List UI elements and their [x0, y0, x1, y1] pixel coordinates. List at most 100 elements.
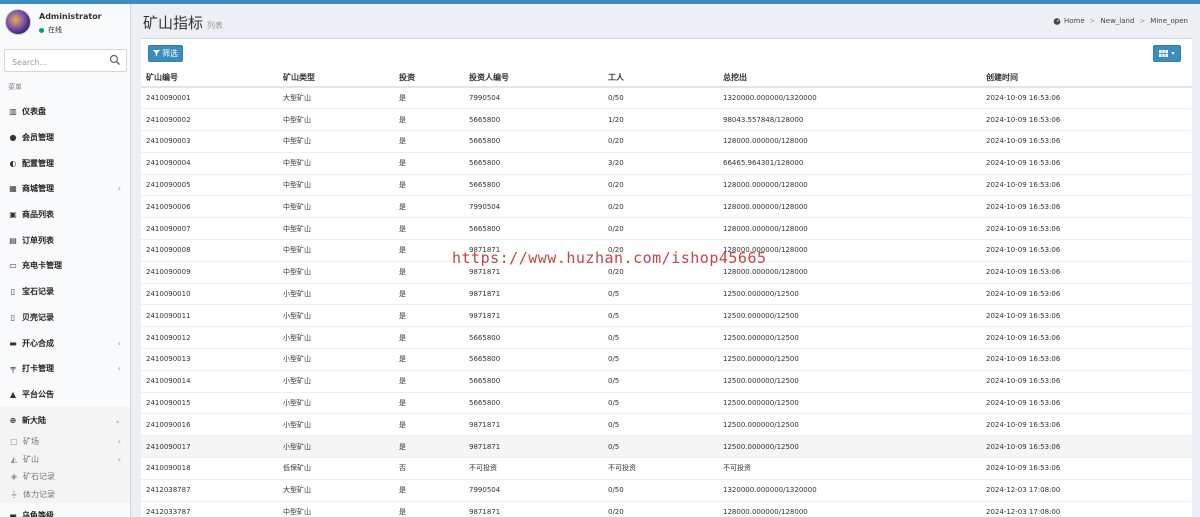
sidebar-item[interactable]: ◐ 配置管理: [0, 150, 130, 176]
table-cell: 2024-10-09 16:53:06: [981, 173, 1192, 196]
sidebar-subitem-label: 体力记录: [23, 489, 55, 499]
table-row[interactable]: 2410090017 小型矿山是 9871871 0/5 12500.000000/12…: [141, 435, 1192, 458]
column-header[interactable]: 投资: [394, 69, 464, 88]
chevron-left-icon: ‹: [117, 338, 121, 348]
breadcrumb-home[interactable]: Home: [1064, 17, 1085, 25]
table-cell: 2410090003: [141, 130, 278, 153]
sidebar-item[interactable]: ▬ 乌龟等级: [0, 503, 130, 517]
column-header[interactable]: 投资人编号: [464, 69, 603, 88]
table-cell: 0/5: [603, 304, 718, 327]
table-row[interactable]: 2410090003 中型矿山是 5665800 0/20 128000.000000/…: [141, 130, 1192, 153]
table-cell: 中型矿山: [278, 195, 394, 218]
search-icon[interactable]: [109, 54, 121, 66]
filter-icon: [153, 50, 160, 57]
table-cell: 3/20: [603, 151, 718, 175]
table-row[interactable]: 2410090007 中型矿山是 5665800 0/20 128000.000000/…: [141, 217, 1192, 240]
sidebar-item[interactable]: ● 会员管理: [0, 125, 130, 151]
toggle-icon: ◐: [9, 158, 17, 168]
table-cell: 5665800: [464, 369, 603, 393]
sidebar-item[interactable]: ⊕ 新大陆 ⌄: [0, 407, 130, 433]
table-cell: 1/20: [603, 108, 718, 131]
table-cell: 0/50: [603, 86, 718, 109]
user-panel: Administrator 在线: [0, 4, 130, 42]
table-row[interactable]: 2410090015 小型矿山是 5665800 0/5 12500.000000/12…: [141, 391, 1192, 414]
table-cell: 2410090016: [141, 413, 278, 436]
user-status-label: 在线: [48, 26, 62, 34]
column-header[interactable]: 创建时间: [981, 69, 1192, 88]
search-input[interactable]: [5, 52, 100, 73]
sidebar-item[interactable]: ▤ 订单列表: [0, 227, 130, 253]
table-cell: 2412033787: [141, 500, 278, 517]
dashboard-icon: [1053, 18, 1061, 25]
column-header[interactable]: 矿山类型: [278, 69, 394, 88]
sidebar-item[interactable]: ▭ 充电卡管理: [0, 253, 130, 279]
table-cell: 小型矿山: [278, 435, 394, 458]
table-cell: 小型矿山: [278, 391, 394, 414]
sidebar-subitem[interactable]: ◈ 矿石记录: [0, 467, 130, 486]
table-cell: 小型矿山: [278, 282, 394, 305]
sidebar-item[interactable]: ▬ 开心合成 ‹: [0, 330, 130, 356]
table-row[interactable]: 2410090001 大型矿山是 7990504 0/50 1320000.000000…: [141, 86, 1192, 109]
column-header[interactable]: 矿山编号: [141, 69, 278, 88]
chevron-left-icon: ‹: [117, 364, 121, 374]
table-cell: 2410090012: [141, 326, 278, 349]
table-row[interactable]: 2412033787 中型矿山是 9871871 0/20 128000.000000/…: [141, 500, 1192, 517]
table-row[interactable]: 2410090018 低保矿山否不可投资 不可投资 不可投资 2024-10-09 16…: [141, 457, 1192, 480]
table-cell: 9871871: [464, 435, 603, 458]
sidebar-item[interactable]: ╤ 打卡管理 ‹: [0, 356, 130, 382]
table-cell: 12500.000000/12500: [718, 326, 981, 349]
table-row[interactable]: 2412038787 大型矿山是 7990504 0/50 1320000.000000…: [141, 478, 1192, 502]
sidebar-subitem[interactable]: ▢ 矿场 ‹: [0, 432, 130, 451]
cube-icon: ◈: [10, 472, 18, 482]
table-row[interactable]: 2410090005 中型矿山是 5665800 0/20 128000.000000/…: [141, 173, 1192, 196]
table-cell: 是: [394, 413, 464, 436]
column-header[interactable]: 总挖出: [718, 69, 981, 88]
sidebar-item[interactable]: ▲ 平台公告: [0, 382, 130, 408]
table-cell: 小型矿山: [278, 413, 394, 436]
table-row[interactable]: 2410090012 小型矿山是 5665800 0/5 12500.000000/12…: [141, 326, 1192, 349]
sidebar-subitem[interactable]: ◭ 矿山 ‹: [0, 450, 130, 468]
sidebar-item[interactable]: ▦ 商城管理 ‹: [0, 176, 130, 202]
sidebar-item[interactable]: ▥ 仪表盘: [0, 99, 130, 125]
columns-toggle-button[interactable]: ▾: [1153, 45, 1181, 62]
table-cell: 小型矿山: [278, 369, 394, 393]
square-icon: ▢: [10, 437, 18, 447]
breadcrumb-new-land[interactable]: New_land: [1101, 17, 1135, 25]
sidebar-item[interactable]: ▯ 贝壳记录: [0, 305, 130, 331]
table-cell: 12500.000000/12500: [718, 391, 981, 414]
table-row[interactable]: 2410090016 小型矿山是 9871871 0/5 12500.000000/12…: [141, 413, 1192, 436]
sidebar-search: [4, 49, 127, 73]
table-row[interactable]: 2410090010 小型矿山是 9871871 0/5 12500.000000/12…: [141, 282, 1192, 305]
table-row[interactable]: 2410090013 小型矿山是 5665800 0/5 12500.000000/12…: [141, 348, 1192, 371]
sidebar-subitem[interactable]: ⏚ 体力记录: [0, 485, 130, 503]
table-row[interactable]: 2410090004 中型矿山是 5665800 3/20 66465.964301/1…: [141, 151, 1192, 175]
table-cell: 0/20: [603, 130, 718, 153]
sidebar-item[interactable]: ▣ 商品列表: [0, 202, 130, 228]
table-cell: 128000.000000/128000: [718, 130, 981, 153]
table-cell: 2024-10-09 16:53:06: [981, 348, 1192, 371]
filter-button[interactable]: 筛选: [148, 45, 183, 62]
sidebar-item-label: 配置管理: [22, 158, 54, 168]
table-cell: 2410090002: [141, 108, 278, 131]
table-row[interactable]: 2410090009 中型矿山是 9871871 0/20 128000.000000/…: [141, 260, 1192, 284]
page-title-text: 矿山指标: [143, 14, 204, 32]
table-cell: 小型矿山: [278, 326, 394, 349]
table-cell: 是: [394, 151, 464, 175]
table-row[interactable]: 2410090002 中型矿山是 5665800 1/20 98043.557848/1…: [141, 108, 1192, 131]
table-cell: 2410090014: [141, 369, 278, 393]
table-row[interactable]: 2410090014 小型矿山是 5665800 0/5 12500.000000/12…: [141, 369, 1192, 393]
chevron-left-icon: ‹: [117, 184, 121, 194]
table-cell: 0/20: [603, 217, 718, 240]
table-cell: 小型矿山: [278, 348, 394, 371]
table-row[interactable]: 2410090006 中型矿山是 7990504 0/20 128000.000000/…: [141, 195, 1192, 218]
sidebar-item-label: 会员管理: [22, 133, 54, 143]
folder-icon: ▬: [9, 511, 17, 517]
column-header[interactable]: 工人: [603, 69, 718, 88]
sidebar-item-label: 打卡管理: [22, 364, 54, 374]
table-row[interactable]: 2410090011 小型矿山是 9871871 0/5 12500.000000/12…: [141, 304, 1192, 327]
table-cell: 2024-10-09 16:53:06: [981, 326, 1192, 349]
caret-down-icon: ▾: [1171, 50, 1175, 57]
sidebar-item[interactable]: ▯ 宝石记录: [0, 279, 130, 305]
table-cell: 是: [394, 86, 464, 109]
table-row[interactable]: 2410090008 中型矿山是 9871871 0/20 128000.000000/…: [141, 239, 1192, 262]
